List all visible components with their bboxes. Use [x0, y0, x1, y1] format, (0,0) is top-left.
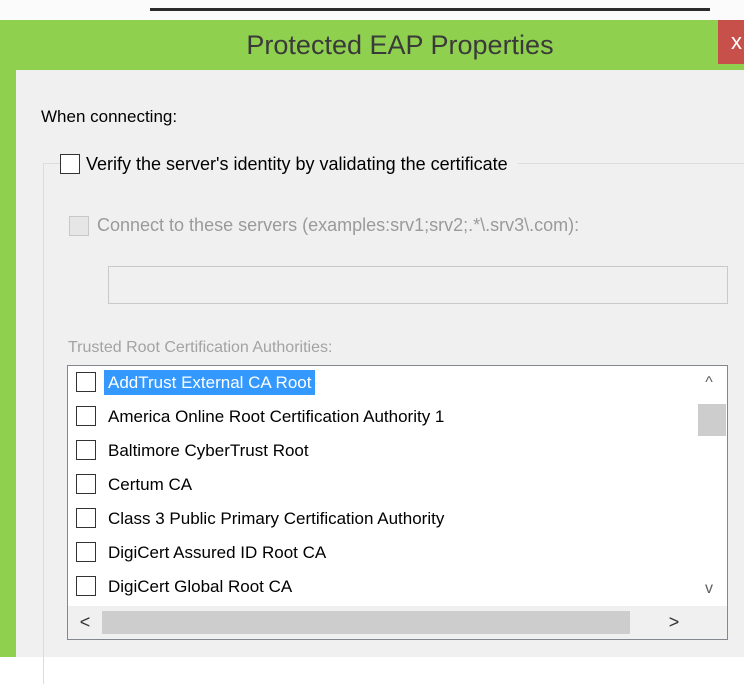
window-frame-left	[0, 20, 16, 657]
servers-input	[108, 266, 728, 304]
list-item[interactable]: DigiCert Global Root CA	[68, 570, 691, 603]
ca-label: Baltimore CyberTrust Root	[108, 441, 309, 460]
trusted-root-label: Trusted Root Certification Authorities:	[68, 339, 333, 356]
background-window-strip	[0, 0, 744, 20]
scroll-up-icon[interactable]: ^	[691, 366, 727, 400]
title-bar[interactable]: Protected EAP Properties x	[16, 20, 744, 70]
ca-label: DigiCert Global Root CA	[108, 577, 293, 596]
ca-checkbox[interactable]	[76, 508, 96, 528]
list-item[interactable]: DigiCert Assured ID Root CA	[68, 536, 691, 569]
scroll-right-icon[interactable]: >	[657, 606, 691, 639]
list-item[interactable]: Certum CA	[68, 468, 691, 501]
ca-checkbox[interactable]	[76, 406, 96, 426]
scrollbar-corner	[691, 606, 727, 639]
close-icon: x	[731, 29, 742, 54]
ca-checkbox[interactable]	[76, 474, 96, 494]
trusted-root-ca-list[interactable]: AddTrust External CA Root America Online…	[67, 365, 728, 640]
ca-checkbox[interactable]	[76, 372, 96, 392]
ca-label: DigiCert Assured ID Root CA	[108, 543, 327, 562]
ca-checkbox[interactable]	[76, 542, 96, 562]
ca-label: America Online Root Certification Author…	[108, 407, 445, 426]
window-title: Protected EAP Properties	[246, 29, 554, 60]
list-item[interactable]: Baltimore CyberTrust Root	[68, 434, 691, 467]
ca-label: Certum CA	[108, 475, 193, 494]
connect-servers-option: Connect to these servers (examples:srv1;…	[69, 215, 579, 236]
when-connecting-label: When connecting:	[41, 107, 178, 126]
horizontal-scroll-thumb[interactable]	[102, 611, 630, 634]
list-item[interactable]: AddTrust External CA Root	[68, 366, 691, 399]
vertical-scrollbar[interactable]: ^ v	[691, 366, 727, 606]
background-window-edge	[150, 8, 710, 11]
dialog-client-area: When connecting: Verify the server's ide…	[16, 70, 744, 684]
scroll-left-icon[interactable]: <	[68, 606, 102, 639]
ca-label: AddTrust External CA Root	[104, 370, 316, 395]
verify-server-label: Verify the server's identity by validati…	[86, 153, 508, 174]
connect-servers-label: Connect to these servers (examples:srv1;…	[97, 215, 580, 235]
close-button[interactable]: x	[718, 20, 744, 64]
vertical-scroll-thumb[interactable]	[698, 404, 726, 436]
verify-server-option[interactable]: Verify the server's identity by validati…	[60, 152, 518, 176]
ca-label: Class 3 Public Primary Certification Aut…	[108, 509, 445, 528]
ca-checkbox[interactable]	[76, 440, 96, 460]
connect-servers-checkbox	[69, 215, 89, 236]
ca-checkbox[interactable]	[76, 576, 96, 596]
list-item[interactable]: America Online Root Certification Author…	[68, 400, 691, 433]
scroll-down-icon[interactable]: v	[691, 572, 727, 606]
list-item[interactable]: Class 3 Public Primary Certification Aut…	[68, 502, 691, 535]
verify-server-checkbox[interactable]	[60, 154, 80, 174]
horizontal-scrollbar[interactable]: < >	[68, 606, 691, 639]
